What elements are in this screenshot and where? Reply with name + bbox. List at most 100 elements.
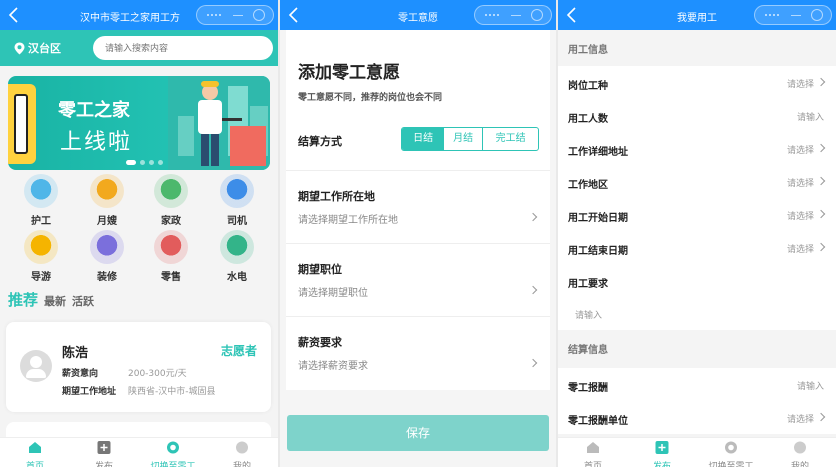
position-field[interactable]: 请选择期望职位 xyxy=(298,284,368,299)
category-3[interactable]: 家政 xyxy=(146,174,196,227)
tab-home[interactable]: 首页 xyxy=(563,441,623,467)
tab-active[interactable]: 活跃 xyxy=(72,293,94,309)
back-arrow-icon[interactable] xyxy=(6,5,22,25)
form-row-value[interactable]: 请输入 xyxy=(797,110,824,123)
divider xyxy=(286,243,550,244)
tab-publish[interactable]: 发布 xyxy=(74,441,134,467)
form-row-value[interactable]: 请选择 xyxy=(787,143,814,156)
tab-publish[interactable]: 发布 xyxy=(632,441,692,467)
form-row[interactable]: 工作详细地址 请选择 xyxy=(558,132,836,165)
form-row[interactable]: 工作地区 请选择 xyxy=(558,165,836,198)
housekeeping-icon xyxy=(154,174,188,208)
salary-field[interactable]: 请选择薪资要求 xyxy=(298,357,368,372)
settle-on-completion[interactable]: 完工结 xyxy=(482,128,538,150)
page-title: 汉中市零工之家用工方 xyxy=(80,13,180,24)
paint-roller-icon xyxy=(90,230,124,264)
form-row[interactable]: 岗位工种 请选择 xyxy=(558,66,836,99)
settle-daily[interactable]: 日结 xyxy=(402,128,445,150)
category-label: 水电 xyxy=(227,272,247,283)
chevron-right-icon xyxy=(528,212,538,222)
tab-latest[interactable]: 最新 xyxy=(44,293,66,309)
minimize-icon[interactable] xyxy=(511,15,521,16)
tab-home[interactable]: 首页 xyxy=(5,441,65,467)
form-row[interactable]: 用工开始日期 请选择 xyxy=(558,198,836,231)
save-button[interactable]: 保存 xyxy=(287,415,549,451)
minimize-icon[interactable] xyxy=(233,15,243,16)
form-row[interactable]: 零工报酬单位 请选择 xyxy=(558,401,836,434)
location-selector[interactable]: 汉台区 xyxy=(14,40,61,56)
tab-switch-label: 切换至零工 xyxy=(150,462,196,467)
tab-publish-label: 发布 xyxy=(652,462,671,467)
chevron-right-icon xyxy=(528,285,538,295)
form-row[interactable]: 用工人数 请输入 xyxy=(558,99,836,132)
form-row[interactable]: 用工要求 xyxy=(558,264,836,297)
worker-name: 陈浩 xyxy=(62,346,89,361)
form-row-value[interactable]: 请选择 xyxy=(787,209,814,222)
home-icon xyxy=(29,442,41,453)
location-label: 汉台区 xyxy=(28,42,61,55)
tab-switch[interactable]: 切换至零工 xyxy=(143,441,203,467)
more-icon[interactable] xyxy=(765,14,779,17)
top-bar: 汉中市零工之家用工方 xyxy=(0,0,278,30)
tab-switch[interactable]: 切换至零工 xyxy=(701,441,761,467)
tab-mine[interactable]: 我的 xyxy=(212,441,272,467)
top-bar: 零工意愿 xyxy=(280,0,556,30)
promo-banner[interactable]: 零工之家 上线啦 xyxy=(8,76,270,170)
salary-field-label: 薪资要求 xyxy=(298,336,342,349)
location-field-label: 期望工作所在地 xyxy=(298,190,375,203)
category-5[interactable]: 导游 xyxy=(16,230,66,283)
close-icon[interactable] xyxy=(531,9,543,21)
nurse-icon xyxy=(24,174,58,208)
avatar xyxy=(20,350,52,382)
form-row[interactable]: 零工报酬 请输入 xyxy=(558,368,836,401)
category-6[interactable]: 装修 xyxy=(82,230,132,283)
banner-pagination[interactable] xyxy=(126,160,163,165)
chevron-right-icon xyxy=(528,358,538,368)
form-row-value[interactable]: 请选择 xyxy=(787,242,814,255)
tab-mine[interactable]: 我的 xyxy=(770,441,830,467)
location-field[interactable]: 请选择期望工作所在地 xyxy=(298,211,398,226)
mini-program-capsule[interactable] xyxy=(196,5,274,25)
chevron-right-icon xyxy=(816,209,826,219)
tab-recommend[interactable]: 推荐 xyxy=(8,289,38,310)
address-value: 陕西省-汉中市-城固县 xyxy=(128,387,216,397)
category-8[interactable]: 水电 xyxy=(212,230,262,283)
tab-home-label: 首页 xyxy=(25,462,44,467)
category-7[interactable]: 零售 xyxy=(146,230,196,283)
search-input[interactable] xyxy=(93,36,273,60)
guide-icon xyxy=(24,230,58,264)
worker-card[interactable]: 陈浩 志愿者 薪资意向 200-300元/天 期望工作地址 陕西省-汉中市-城固… xyxy=(6,322,271,412)
category-1[interactable]: 护工 xyxy=(16,174,66,227)
category-label: 家政 xyxy=(161,216,181,227)
intention-form: 添加零工意愿 零工意愿不同，推荐的岗位也会不同 结算方式 日结 月结 完工结 期… xyxy=(286,30,550,390)
form-row-label: 岗位工种 xyxy=(568,81,608,92)
form-row-value[interactable]: 请选择 xyxy=(787,176,814,189)
form-row-value[interactable]: 请输入 xyxy=(797,379,824,392)
settle-monthly[interactable]: 月结 xyxy=(444,128,482,150)
form-row-value[interactable]: 请选择 xyxy=(787,77,814,90)
category-2[interactable]: 月嫂 xyxy=(82,174,132,227)
tab-home-label: 首页 xyxy=(583,462,602,467)
more-icon[interactable] xyxy=(207,14,221,17)
tab-switch-label: 切换至零工 xyxy=(708,462,754,467)
form-row-label: 用工结束日期 xyxy=(568,246,628,257)
mini-program-capsule[interactable] xyxy=(474,5,552,25)
close-icon[interactable] xyxy=(253,9,265,21)
faucet-icon xyxy=(220,230,254,264)
worker-illustration xyxy=(168,76,270,170)
form-row[interactable]: 用工结束日期 请选择 xyxy=(558,231,836,264)
requirement-input[interactable]: 请输入 xyxy=(558,297,836,330)
more-icon[interactable] xyxy=(485,14,499,17)
mini-program-capsule[interactable] xyxy=(754,5,832,25)
hire-screen: 我要用工 用工信息 岗位工种 请选择 用工人数 请输入 工作详细地址 请选择 工作地区 请选择… xyxy=(558,0,836,467)
bottom-tab-bar: 首页 发布 切换至零工 我的 xyxy=(558,437,836,467)
position-field-label: 期望职位 xyxy=(298,263,342,276)
minimize-icon[interactable] xyxy=(791,15,801,16)
close-icon[interactable] xyxy=(811,9,823,21)
address-label: 期望工作地址 xyxy=(62,387,117,397)
user-icon xyxy=(236,441,248,454)
publish-icon xyxy=(97,441,111,454)
form-row-value[interactable]: 请选择 xyxy=(787,412,814,425)
category-4[interactable]: 司机 xyxy=(212,174,262,227)
location-pin-icon xyxy=(14,42,25,54)
